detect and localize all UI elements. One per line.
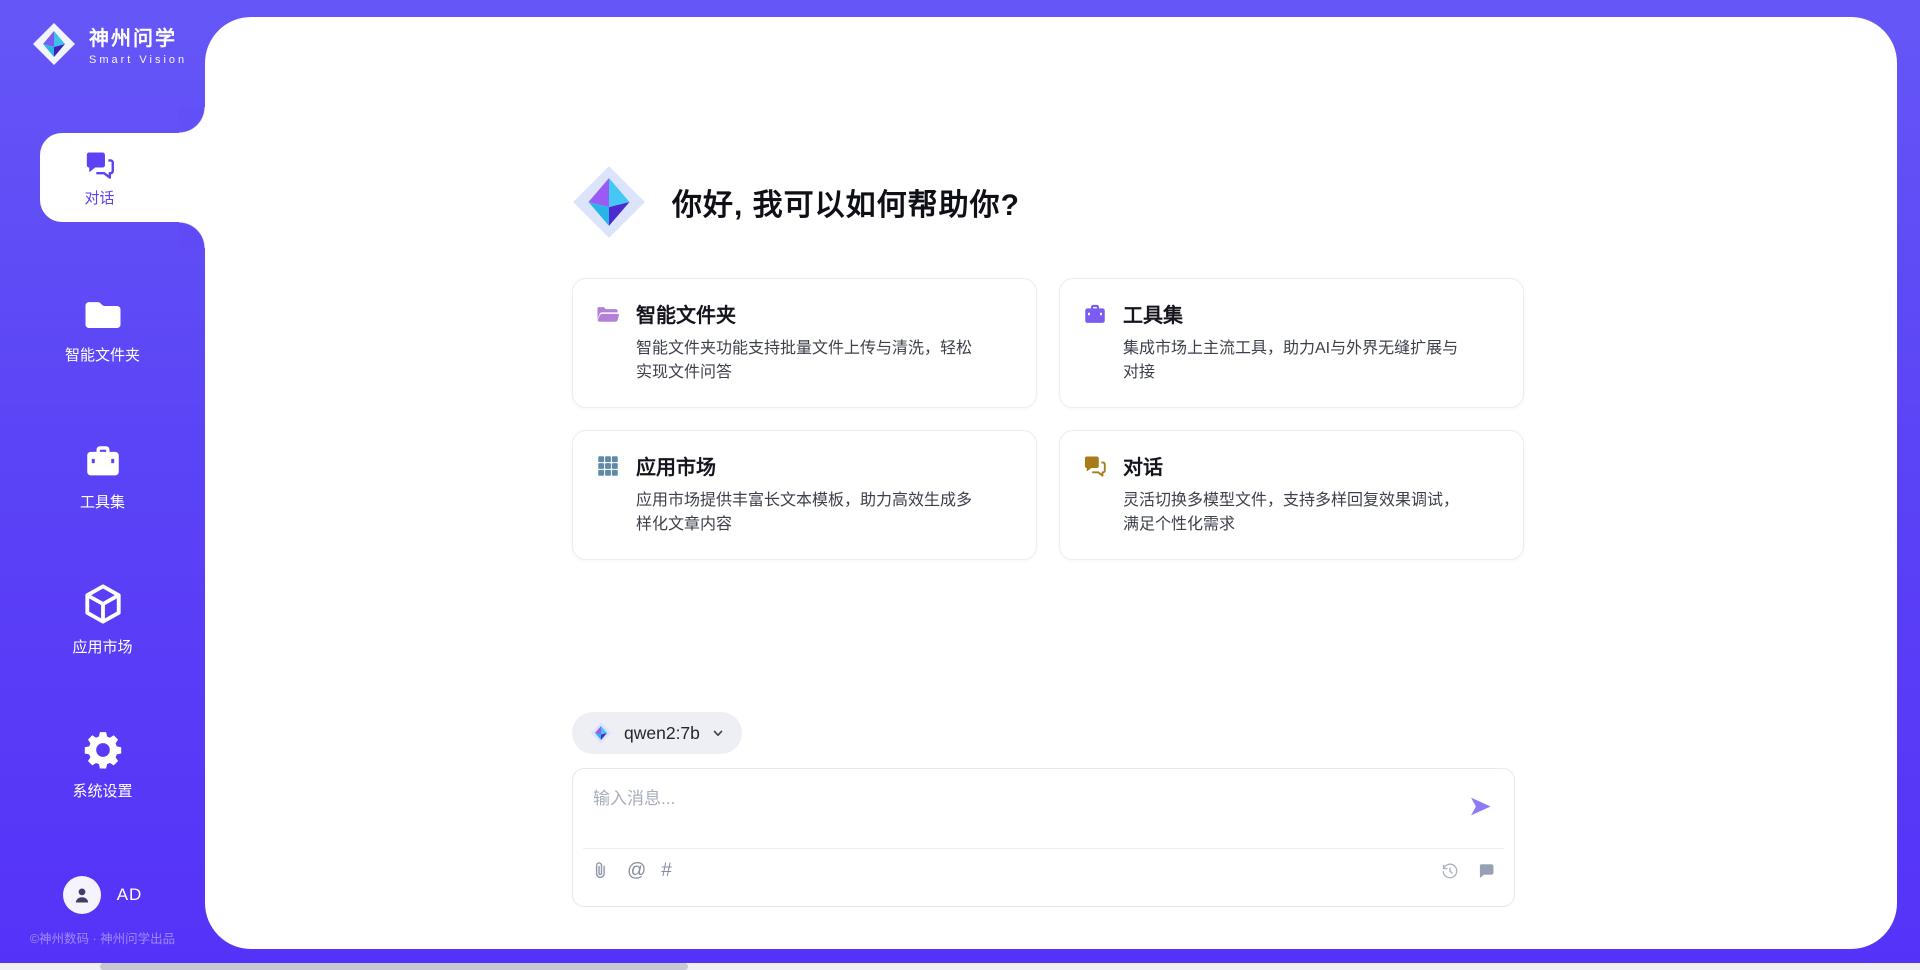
folder-icon (82, 293, 124, 335)
copyright-text: ©神州数码 · 神州问学出品 (0, 928, 205, 947)
gear-icon (82, 729, 124, 771)
toolbox-icon (82, 440, 124, 482)
sidebar-item-settings[interactable]: 系统设置 (0, 729, 205, 801)
composer-toolbar-left: @ # (591, 860, 672, 881)
user-icon (71, 884, 93, 906)
card-smart-folder[interactable]: 智能文件夹 智能文件夹功能支持批量文件上传与清洗，轻松实现文件问答 (572, 278, 1037, 408)
at-mention-icon[interactable]: @ (627, 861, 646, 880)
sidebar-item-app-market[interactable]: 应用市场 (0, 581, 205, 657)
greeting-title: 你好, 我可以如何帮助你? (672, 180, 1020, 224)
card-title: 智能文件夹 (636, 299, 736, 328)
card-toolset[interactable]: 工具集 集成市场上主流工具，助力AI与外界无缝扩展与对接 (1059, 278, 1524, 408)
greeting-diamond-icon (568, 161, 650, 243)
app-window: 神州问学 Smart Vision 你好, 我可以如何帮助你? 智能文件夹 智能… (0, 0, 1920, 970)
cube-icon (80, 581, 126, 627)
chevron-down-icon (711, 726, 725, 740)
card-description: 智能文件夹功能支持批量文件上传与清洗，轻松实现文件问答 (636, 337, 981, 385)
user-name: AD (117, 885, 143, 905)
card-app-market[interactable]: 应用市场 应用市场提供丰富长文本模板，助力高效生成多样化文章内容 (572, 430, 1037, 560)
feature-cards: 智能文件夹 智能文件夹功能支持批量文件上传与清洗，轻松实现文件问答 工具集 集成… (572, 278, 1524, 560)
folder-open-icon (595, 301, 621, 327)
paperclip-icon[interactable] (591, 860, 612, 881)
avatar (63, 876, 101, 914)
chat-icon (83, 148, 117, 182)
brand-subtitle: Smart Vision (89, 54, 187, 66)
sidebar-item-label: 应用市场 (72, 636, 132, 657)
sidebar-item-label: 智能文件夹 (65, 344, 140, 365)
brand-name: 神州问学 (89, 22, 187, 51)
card-description: 灵活切换多模型文件，支持多样回复效果调试，满足个性化需求 (1123, 489, 1468, 537)
grid-icon (595, 453, 621, 479)
comment-icon[interactable] (1476, 861, 1496, 881)
message-input[interactable] (593, 784, 1443, 842)
model-diamond-icon (589, 721, 613, 745)
message-composer: @ # (572, 768, 1515, 907)
composer-toolbar-right (1440, 861, 1496, 881)
user-profile[interactable]: AD (0, 876, 205, 914)
tab-curve-bottom (179, 222, 205, 248)
history-icon[interactable] (1440, 861, 1460, 881)
card-title: 对话 (1123, 451, 1163, 480)
card-description: 应用市场提供丰富长文本模板，助力高效生成多样化文章内容 (636, 489, 981, 537)
model-name: qwen2:7b (624, 723, 700, 744)
tab-curve-top (179, 107, 205, 133)
model-selector[interactable]: qwen2:7b (572, 712, 742, 754)
card-chat[interactable]: 对话 灵活切换多模型文件，支持多样回复效果调试，满足个性化需求 (1059, 430, 1524, 560)
greeting-block: 你好, 我可以如何帮助你? (568, 161, 1020, 243)
scrollbar-thumb[interactable] (100, 963, 688, 970)
card-description: 集成市场上主流工具，助力AI与外界无缝扩展与对接 (1123, 337, 1468, 385)
composer-divider (583, 848, 1504, 849)
brand-logo: 神州问学 Smart Vision (30, 20, 187, 68)
sidebar-item-label: 系统设置 (72, 780, 132, 801)
sidebar-item-toolset[interactable]: 工具集 (0, 440, 205, 512)
chat-icon (1082, 453, 1108, 479)
sidebar-item-label: 工具集 (80, 491, 125, 512)
hash-icon[interactable]: # (661, 861, 672, 880)
brand-diamond-icon (30, 20, 78, 68)
send-icon[interactable] (1467, 793, 1494, 820)
sidebar-item-label: 对话 (84, 187, 114, 208)
sidebar-item-chat[interactable]: 对话 (40, 133, 205, 222)
main-panel: 你好, 我可以如何帮助你? 智能文件夹 智能文件夹功能支持批量文件上传与清洗，轻… (205, 17, 1897, 949)
sidebar-item-smart-folder[interactable]: 智能文件夹 (0, 293, 205, 365)
card-title: 工具集 (1123, 299, 1183, 328)
horizontal-scrollbar (0, 963, 1920, 970)
toolbox-icon (1082, 301, 1108, 327)
card-title: 应用市场 (636, 451, 716, 480)
